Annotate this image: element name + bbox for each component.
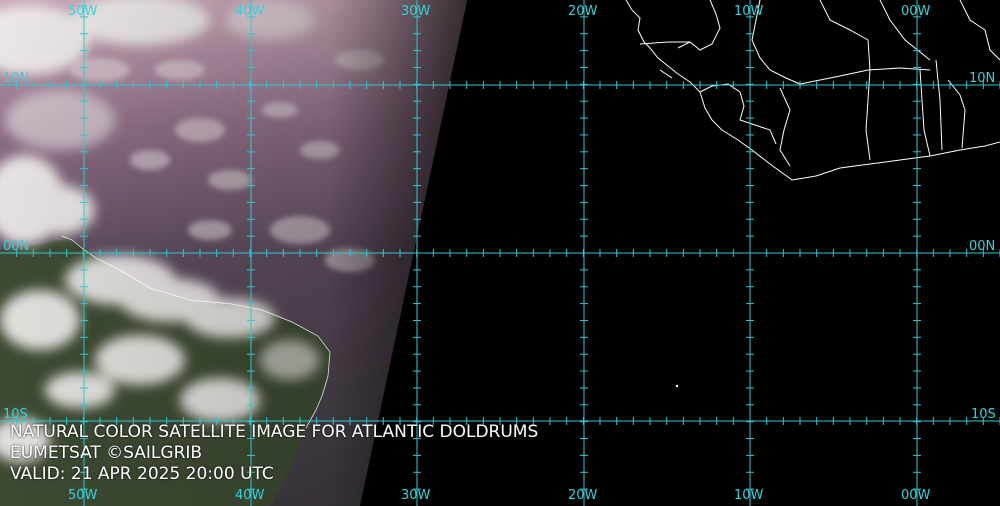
- caption-valid-time: VALID: 21 APR 2025 20:00 UTC: [10, 464, 274, 484]
- lon-label-50w-top: 50W: [68, 4, 98, 19]
- africa-coastline: [625, 0, 1000, 181]
- lon-label-40w-bottom: 40W: [235, 488, 265, 503]
- caption-credit: EUMETSAT ©SAILGRIB: [10, 443, 203, 463]
- lon-label-40w-top: 40W: [235, 4, 265, 19]
- lat-label-10n-right: 10N: [969, 71, 996, 86]
- image-caption: NATURAL COLOR SATELLITE IMAGE FOR ATLANT…: [10, 422, 538, 485]
- lon-label-50w-bottom: 50W: [68, 488, 98, 503]
- lon-label-00w-bottom: 00W: [901, 488, 931, 503]
- lon-label-10w-top: 10W: [734, 4, 764, 19]
- satellite-map: 50W 40W 30W 20W 10W 00W 50W 40W 30W 20W …: [0, 0, 1000, 506]
- lat-label-00n-right: 00N: [969, 239, 996, 254]
- lat-label-00n-left: 00N: [3, 239, 30, 254]
- lon-label-20w-bottom: 20W: [568, 488, 598, 503]
- lon-label-10w-bottom: 10W: [734, 488, 764, 503]
- lat-label-10n-left: 10N: [3, 71, 30, 86]
- lat-label-10s-right: 10S: [971, 407, 996, 422]
- lon-label-00w-top: 00W: [901, 4, 931, 19]
- lon-label-30w-top: 30W: [401, 4, 431, 19]
- lat-label-10s-left: 10S: [3, 407, 28, 422]
- lon-label-20w-top: 20W: [568, 4, 598, 19]
- island-dot: [675, 384, 679, 388]
- lon-label-30w-bottom: 30W: [401, 488, 431, 503]
- caption-title: NATURAL COLOR SATELLITE IMAGE FOR ATLANT…: [10, 422, 539, 442]
